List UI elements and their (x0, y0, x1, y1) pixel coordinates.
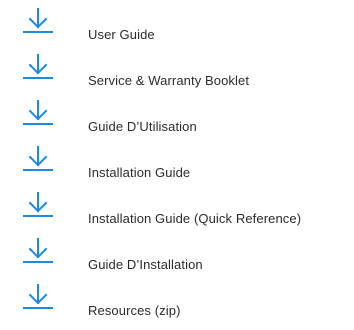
download-icon (21, 6, 55, 36)
download-icon (21, 190, 55, 220)
download-link-guide-dutilisation[interactable]: Guide D’Utilisation (0, 98, 354, 144)
download-label: Installation Guide (Quick Reference) (88, 211, 302, 226)
download-icon (21, 52, 55, 82)
download-icon (21, 236, 55, 266)
download-label: Guide D’Installation (88, 257, 203, 272)
download-label: Installation Guide (88, 165, 191, 180)
download-icon (21, 98, 55, 128)
download-icon (21, 282, 55, 312)
download-label: Resources (zip) (88, 303, 181, 318)
download-list: User Guide Service & Warranty Booklet Gu… (0, 0, 354, 330)
download-link-installation-guide-quick-reference[interactable]: Installation Guide (Quick Reference) (0, 190, 354, 236)
download-icon (21, 144, 55, 174)
download-label: Guide D’Utilisation (88, 119, 197, 134)
download-link-guide-dinstallation[interactable]: Guide D’Installation (0, 236, 354, 282)
download-link-service-warranty-booklet[interactable]: Service & Warranty Booklet (0, 52, 354, 98)
download-label: Service & Warranty Booklet (88, 73, 250, 88)
download-label: User Guide (88, 27, 155, 42)
download-link-user-guide[interactable]: User Guide (0, 6, 354, 52)
download-link-installation-guide[interactable]: Installation Guide (0, 144, 354, 190)
download-link-resources-zip[interactable]: Resources (zip) (0, 282, 354, 328)
